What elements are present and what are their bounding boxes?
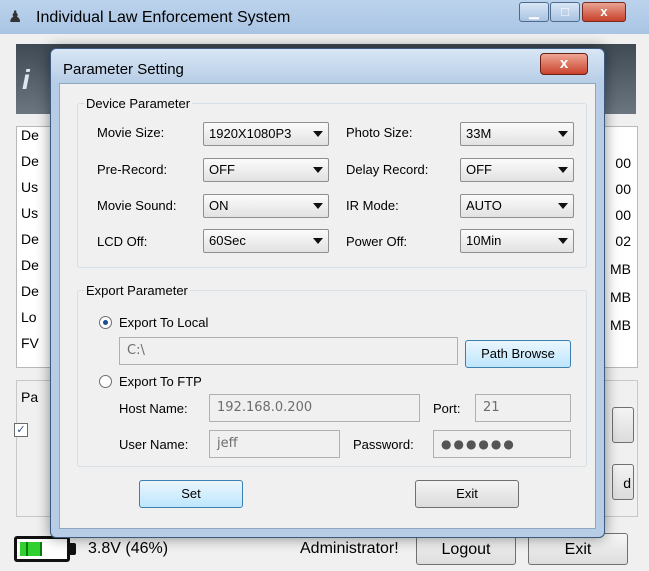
dialog-exit-button[interactable]: Exit: [415, 480, 519, 508]
dialog-title: Parameter Setting: [63, 61, 184, 78]
battery-icon: [14, 536, 70, 562]
delay-record-dropdown[interactable]: OFF: [460, 158, 574, 182]
main-side-button[interactable]: [612, 407, 634, 443]
ir-mode-value: AUTO: [466, 198, 502, 213]
info-label: De: [21, 127, 39, 143]
movie-size-dropdown[interactable]: 1920X1080P3: [203, 122, 329, 146]
device-parameter-legend: Device Parameter: [86, 96, 191, 111]
ir-mode-dropdown[interactable]: AUTO: [460, 194, 574, 218]
checkmark-icon: ✓: [16, 424, 26, 436]
delay-record-value: OFF: [466, 162, 492, 177]
info-label: De: [21, 231, 39, 247]
battery-terminal: [70, 543, 76, 555]
chevron-down-icon: [313, 238, 323, 244]
set-button[interactable]: Set: [139, 480, 243, 508]
info-value: 00: [615, 155, 631, 171]
info-value: 00: [615, 207, 631, 223]
chevron-down-icon: [558, 131, 568, 137]
pre-record-dropdown[interactable]: OFF: [203, 158, 329, 182]
movie-sound-label: Movie Sound:: [97, 198, 177, 213]
pre-record-value: OFF: [209, 162, 235, 177]
banner-logo: i: [22, 64, 30, 95]
movie-sound-dropdown[interactable]: ON: [203, 194, 329, 218]
dialog-titlebar[interactable]: Parameter Setting x: [51, 49, 604, 83]
battery-level-fill: [20, 542, 42, 556]
path-browse-button[interactable]: Path Browse: [465, 340, 571, 368]
info-label: De: [21, 257, 39, 273]
user-name-label: User Name:: [119, 437, 189, 452]
info-label: FV: [21, 335, 39, 351]
export-parameter-legend: Export Parameter: [86, 283, 188, 298]
user-name-input[interactable]: jeff: [209, 430, 340, 458]
chevron-down-icon: [558, 203, 568, 209]
movie-size-value: 1920X1080P3: [209, 126, 292, 141]
export-to-local-radio[interactable]: [99, 316, 112, 329]
police-figure-icon: ♟: [8, 9, 23, 26]
photo-size-dropdown[interactable]: 33M: [460, 122, 574, 146]
main-side-button[interactable]: d: [612, 464, 634, 500]
pre-record-label: Pre-Record:: [97, 162, 168, 177]
info-value: MB: [610, 289, 631, 305]
chevron-down-icon: [558, 238, 568, 244]
port-label: Port:: [433, 401, 461, 416]
lcd-off-label: LCD Off:: [97, 234, 148, 249]
photo-size-value: 33M: [466, 126, 492, 141]
dialog-close-button[interactable]: x: [540, 53, 588, 75]
close-icon: x: [600, 4, 608, 19]
info-value: 00: [615, 181, 631, 197]
port-input[interactable]: 21: [475, 394, 571, 422]
photo-size-label: Photo Size:: [346, 125, 413, 140]
ir-mode-label: IR Mode:: [346, 198, 399, 213]
chevron-down-icon: [313, 131, 323, 137]
info-label: Us: [21, 205, 39, 221]
power-off-dropdown[interactable]: 10Min: [460, 229, 574, 253]
info-label: Us: [21, 179, 39, 195]
options-label: Pa: [21, 389, 39, 405]
power-off-label: Power Off:: [346, 234, 408, 249]
info-value: MB: [610, 317, 631, 333]
info-label: Lo: [21, 309, 37, 325]
close-icon: x: [559, 55, 569, 72]
export-to-ftp-label[interactable]: Export To FTP: [119, 374, 202, 389]
movie-size-label: Movie Size:: [97, 125, 165, 140]
chevron-down-icon: [558, 167, 568, 173]
user-role-text: Administrator!: [300, 540, 399, 557]
delay-record-label: Delay Record:: [346, 162, 429, 177]
movie-sound-value: ON: [209, 198, 229, 213]
chevron-down-icon: [313, 167, 323, 173]
lcd-off-dropdown[interactable]: 60Sec: [203, 229, 329, 253]
chevron-down-icon: [313, 203, 323, 209]
info-label: De: [21, 153, 39, 169]
battery-status-text: 3.8V (46%): [88, 540, 169, 557]
host-name-label: Host Name:: [119, 401, 188, 416]
main-close-button[interactable]: x: [582, 2, 626, 22]
info-value: MB: [610, 261, 631, 277]
info-value: 02: [615, 233, 631, 249]
power-off-value: 10Min: [466, 233, 502, 248]
main-window-title: Individual Law Enforcement System: [36, 9, 291, 26]
info-label: De: [21, 283, 39, 299]
export-to-local-label[interactable]: Export To Local: [119, 315, 208, 330]
minimize-icon: ▁: [529, 4, 539, 19]
main-titlebar[interactable]: ♟ Individual Law Enforcement System ▁ □ …: [0, 0, 649, 34]
maximize-button[interactable]: □: [550, 2, 580, 22]
password-input[interactable]: ●●●●●●: [433, 430, 571, 458]
minimize-button[interactable]: ▁: [519, 2, 549, 22]
password-label: Password:: [353, 437, 414, 452]
lcd-off-value: 60Sec: [209, 233, 246, 248]
host-name-input[interactable]: 192.168.0.200: [209, 394, 420, 422]
maximize-icon: □: [561, 4, 569, 19]
main-checkbox[interactable]: ✓: [14, 423, 28, 437]
export-to-ftp-radio[interactable]: [99, 375, 112, 388]
local-path-input[interactable]: C:\: [119, 337, 458, 365]
